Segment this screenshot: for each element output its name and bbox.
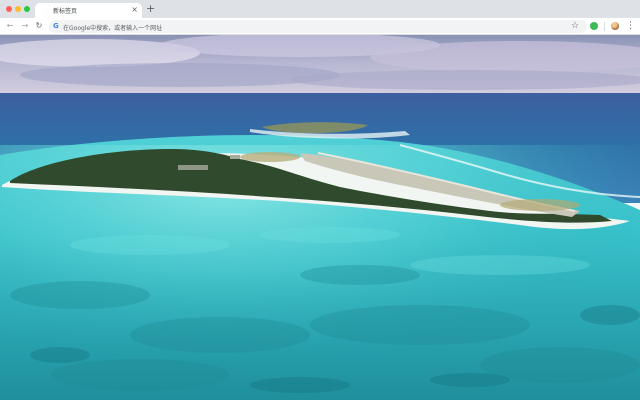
tab-close-icon[interactable]: × [131,4,138,16]
atoll-photo [0,35,640,400]
new-tab-button[interactable]: + [146,3,155,15]
address-bar-placeholder: 在Google中搜索，或者输入一个网址 [63,25,163,32]
new-tab-background [0,35,640,400]
tab-title: 新标签页 [53,8,78,15]
address-bar[interactable]: G 在Google中搜索，或者输入一个网址 [49,20,587,33]
profile-avatar[interactable] [611,22,619,30]
kebab-menu-icon[interactable]: ⋮ [626,20,635,32]
bookmark-star-icon[interactable]: ☆ [571,20,579,32]
extension-icon[interactable] [590,22,598,30]
reload-icon[interactable]: ↻ [34,21,44,31]
toolbar-divider [604,22,605,31]
back-arrow-icon[interactable]: ← [5,21,15,31]
window-zoom-button[interactable] [24,6,30,12]
tab-new-tab[interactable]: 新标签页 × [35,3,142,18]
forward-arrow-icon[interactable]: → [20,21,30,31]
window-minimize-button[interactable] [15,6,21,12]
google-g-icon: G [53,22,59,30]
window-close-button[interactable] [6,6,12,12]
browser-toolbar: ← → ↻ G 在Google中搜索，或者输入一个网址 ☆ ⋮ [0,18,640,35]
tab-strip: 新标签页 × + [0,0,640,18]
